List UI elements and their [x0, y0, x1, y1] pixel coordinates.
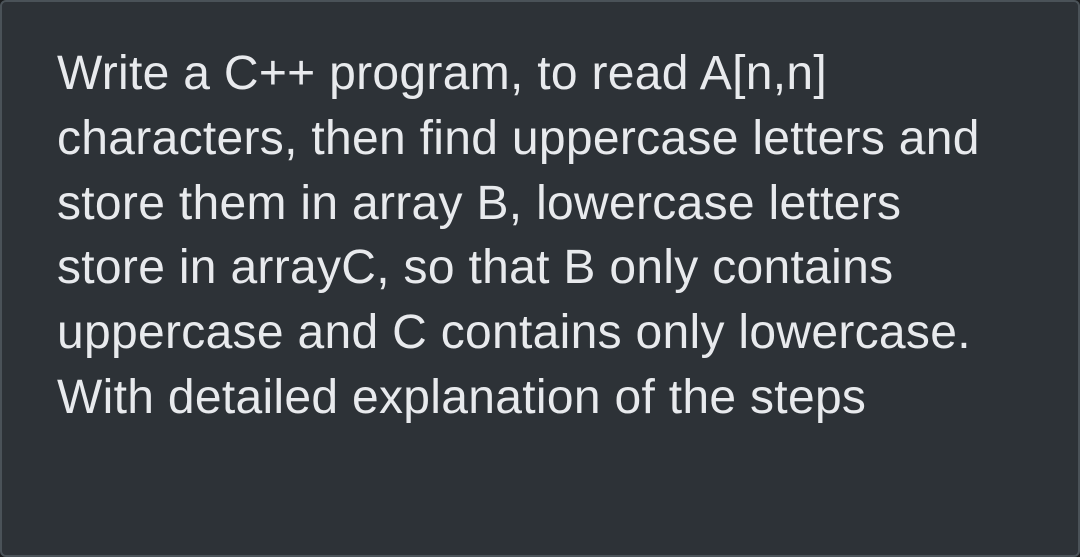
question-container: Write a C++ program, to read A[n,n] char…	[0, 0, 1080, 557]
question-text: Write a C++ program, to read A[n,n] char…	[57, 42, 1023, 431]
